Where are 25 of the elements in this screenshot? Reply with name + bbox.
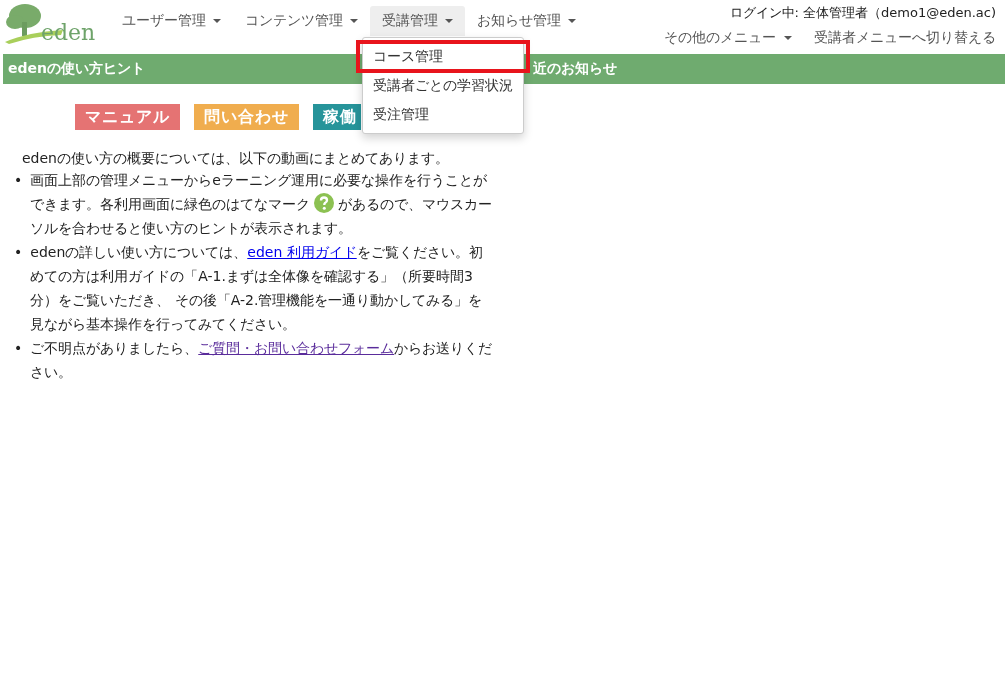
text-link[interactable]: ご質問・お問い合わせフォーム <box>198 340 395 356</box>
caret-icon <box>213 19 221 23</box>
hint-paragraph: edenの詳しい使い方については、eden 利用ガイド をご覧ください。初めての方は利用ガイドの「A-1.まずは全体像を確認する」（所要時間3分）をご覧いただき、 その後「A-2.管理機能を一通り動かしてみる」を見ながら基本操作を行ってみてください。 <box>30 243 484 334</box>
other-menu[interactable]: その他のメニュー <box>664 29 792 47</box>
link-button[interactable]: 稼働 <box>313 104 361 130</box>
caret-icon <box>784 36 792 40</box>
hint-paragraph: ご不明点がありましたら、ご質問・お問い合わせフォームからお送りください。 <box>30 339 494 382</box>
caret-icon <box>568 19 576 23</box>
nav-menu-item[interactable]: ユーザー管理 <box>110 6 233 36</box>
bullet-marker: • <box>14 171 23 190</box>
bullet-marker: • <box>14 243 23 262</box>
bullet-marker: • <box>14 339 23 358</box>
hint-paragraph: 画面上部の管理メニューからeラーニング運用に必要な操作を行うことができます。各利用画面に緑色のはてなマーク があるので、マウスカーソルを合わせると使い方のヒントが表示されます。 <box>30 171 494 238</box>
caret-icon <box>350 19 358 23</box>
dropdown-item[interactable]: 受注管理 <box>363 100 523 129</box>
switch-menu-link[interactable]: 受講者メニューへ切り替える <box>814 29 996 47</box>
caret-icon <box>445 19 453 23</box>
intro-text: edenの使い方の概要については、以下の動画にまとめてあります。 <box>22 149 450 168</box>
help-icon <box>314 193 335 213</box>
text-link[interactable]: eden 利用ガイド <box>247 244 357 260</box>
nav-menu-item[interactable]: 受講管理 <box>370 6 465 36</box>
login-status: ログイン中: 全体管理者（demo1@eden.ac) <box>729 4 996 22</box>
nav-menu-item[interactable]: コンテンツ管理 <box>233 6 370 36</box>
nav-menu-item[interactable]: お知らせ管理 <box>465 6 588 36</box>
logo-text: eden <box>41 21 96 45</box>
